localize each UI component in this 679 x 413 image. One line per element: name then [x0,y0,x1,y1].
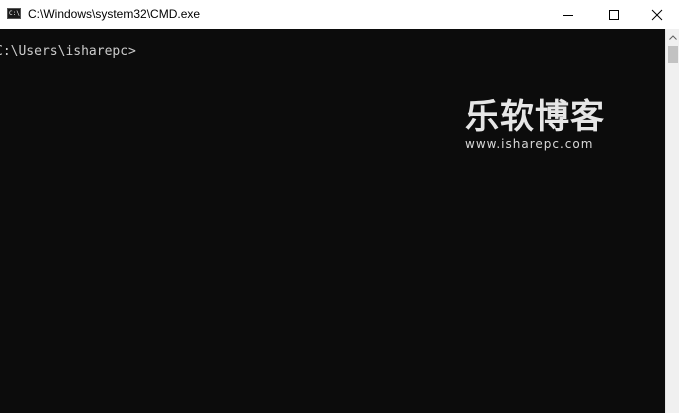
cmd-icon[interactable]: C:\ [7,8,21,19]
chevron-up-icon [669,35,677,40]
scrollbar-thumb[interactable] [668,46,678,63]
watermark-url: www.isharepc.com [465,137,594,151]
maximize-icon [609,10,619,20]
maximize-button[interactable] [591,0,637,29]
scroll-up-button[interactable] [666,29,679,46]
command-prompt[interactable]: C:\Users\isharepc> [0,44,136,60]
window-title: C:\Windows\system32\CMD.exe [28,7,201,21]
close-button[interactable] [637,0,679,29]
minimize-button[interactable] [545,0,591,29]
vertical-scrollbar[interactable] [665,29,679,413]
cmd-window: C:\ C:\Windows\system32\CMD.exe C:\Users… [0,0,679,413]
title-bar[interactable]: C:\ C:\Windows\system32\CMD.exe [0,0,679,29]
console-area[interactable]: C:\Users\isharepc> 乐软博客 www.isharepc.com [0,29,665,413]
minimize-icon [563,15,573,16]
cmd-icon-glyph: C:\ [9,10,20,17]
watermark: 乐软博客 www.isharepc.com [465,97,617,155]
close-icon [651,9,663,21]
watermark-title: 乐软博客 [465,97,605,137]
